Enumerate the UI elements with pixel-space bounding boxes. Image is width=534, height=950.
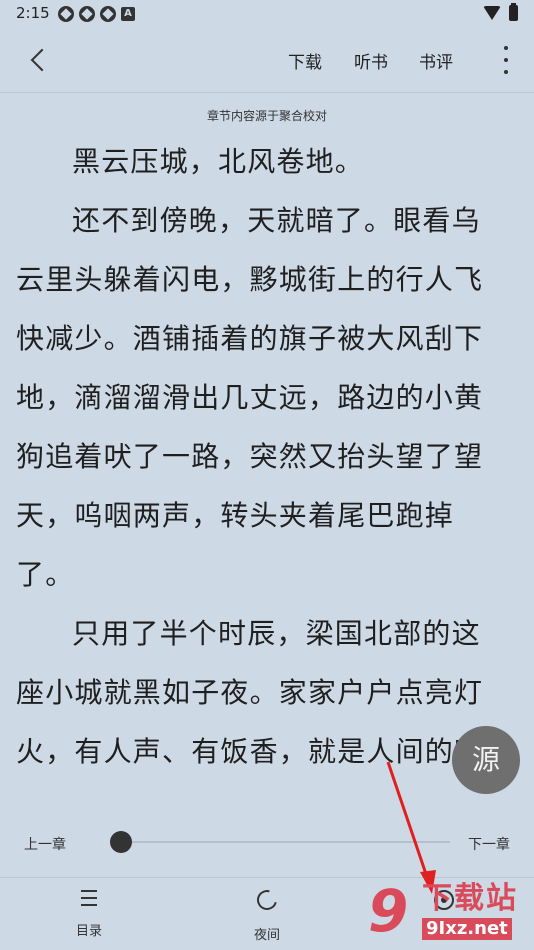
review-button[interactable]: 书评 — [419, 48, 453, 73]
chapter-progress: 上一章 下一章 — [0, 820, 534, 864]
reader-toolbar: 下载 听书 书评 — [0, 28, 534, 92]
watermark-url: 9Ixz.net — [422, 918, 512, 940]
night-mode-button[interactable]: 夜间 — [227, 886, 307, 943]
battery-icon — [509, 3, 518, 21]
back-button[interactable] — [22, 44, 56, 78]
progress-track[interactable] — [112, 841, 450, 843]
more-options-icon[interactable] — [500, 46, 512, 74]
watermark-logo: 9 — [368, 877, 409, 945]
chapter-content[interactable]: 黑云压城，北风卷地。 还不到傍晚，天就暗了。眼看乌云里头躲着闪电，黟城街上的行人… — [16, 132, 496, 832]
progress-thumb[interactable] — [110, 831, 132, 853]
status-notification-icons: A — [58, 6, 135, 22]
moon-icon — [253, 886, 281, 914]
source-note: 章节内容源于聚合校对 — [206, 109, 327, 123]
paragraph: 还不到傍晚，天就暗了。眼看乌云里头躲着闪电，黟城街上的行人飞快减少。酒铺插着的旗… — [16, 204, 484, 591]
night-label: 夜间 — [253, 928, 280, 943]
notification-app-icon — [79, 6, 95, 22]
toolbar-divider — [0, 92, 534, 93]
prev-chapter-button[interactable]: 上一章 — [24, 834, 66, 854]
status-time: 2:15 — [16, 4, 50, 22]
site-watermark: 9 下载站 9Ixz.net — [368, 878, 528, 944]
source-switch-button[interactable]: 源 — [452, 726, 520, 794]
notification-a-icon: A — [121, 7, 135, 21]
toc-label: 目录 — [75, 924, 102, 939]
wifi-icon — [483, 6, 501, 20]
status-bar: 2:15 A — [0, 0, 534, 28]
notification-app-icon — [100, 6, 116, 22]
toc-button[interactable]: 目录 — [49, 890, 129, 939]
status-right — [483, 3, 518, 21]
paragraph: 黑云压城，北风卷地。 — [72, 145, 365, 178]
next-chapter-button[interactable]: 下一章 — [468, 834, 510, 854]
notification-app-icon — [58, 6, 74, 22]
download-button[interactable]: 下载 — [288, 48, 322, 73]
watermark-title: 下载站 — [422, 881, 518, 916]
list-icon — [81, 890, 97, 906]
listen-button[interactable]: 听书 — [354, 48, 388, 73]
paragraph: 只用了半个时辰，梁国北部的这座小城就黑如子夜。家家户户点亮灯火，有人声、有饭香，… — [16, 617, 484, 768]
